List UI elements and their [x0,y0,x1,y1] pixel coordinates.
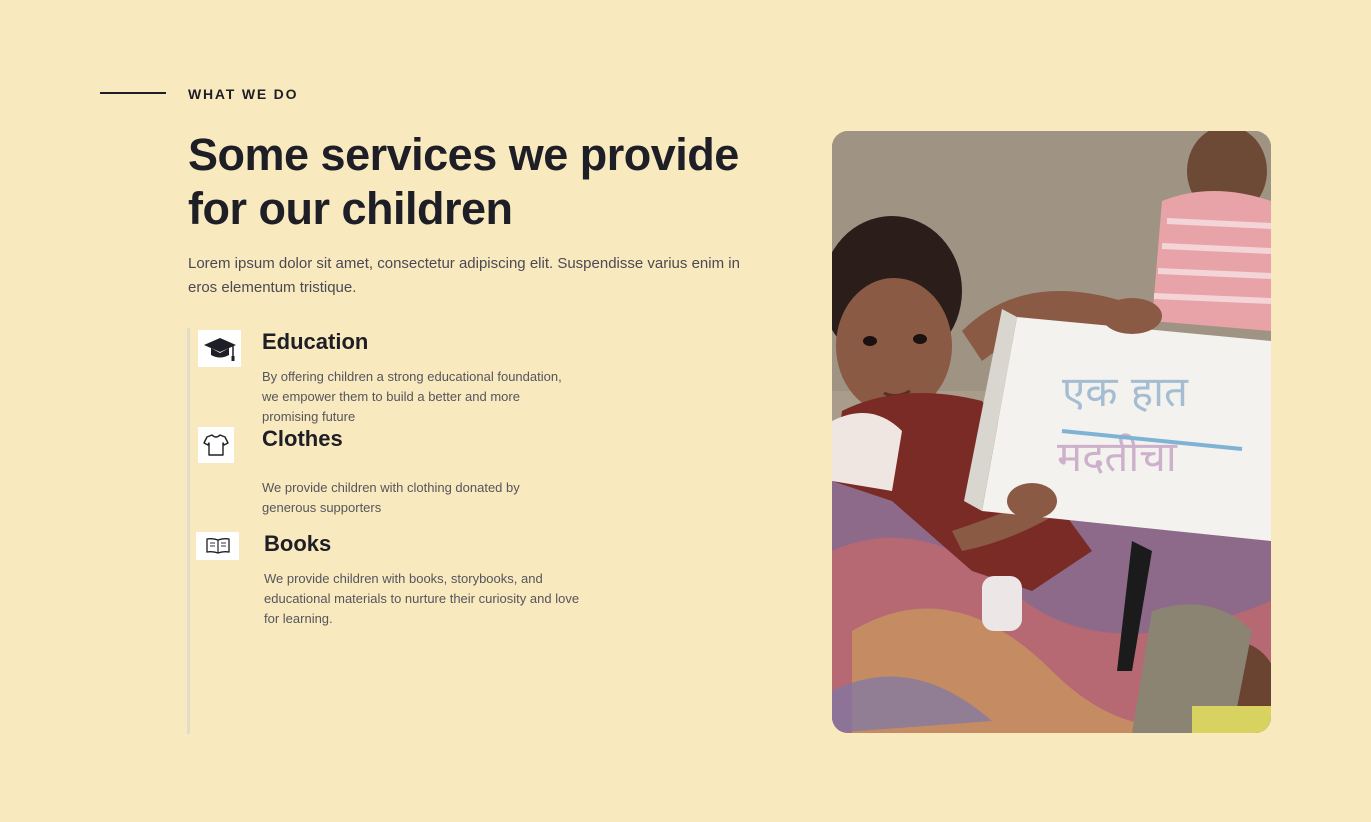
services-timeline-rail [187,328,190,734]
graduation-cap-icon [198,330,241,367]
service-description: We provide children with books, storyboo… [264,571,580,626]
open-book-icon [196,532,239,560]
service-title: Books [264,531,332,556]
service-description: By offering children a strong educationa… [262,369,562,424]
section-intro: Lorem ipsum dolor sit amet, consectetur … [188,255,740,296]
section-heading: Some services we provide for our childre… [188,129,739,234]
service-description: We provide children with clothing donate… [262,480,520,515]
eyebrow-label: WHAT WE DO [188,86,299,102]
what-we-do-section: WHAT WE DO Some services we provide for … [0,0,1371,822]
service-title: Clothes [262,426,343,451]
service-title: Education [262,329,369,354]
tshirt-icon [198,427,234,463]
sign-text-line1: एक हात [1062,367,1189,416]
children-photo: एक हात मदतीचा [832,131,1271,733]
eyebrow-divider [100,92,166,94]
